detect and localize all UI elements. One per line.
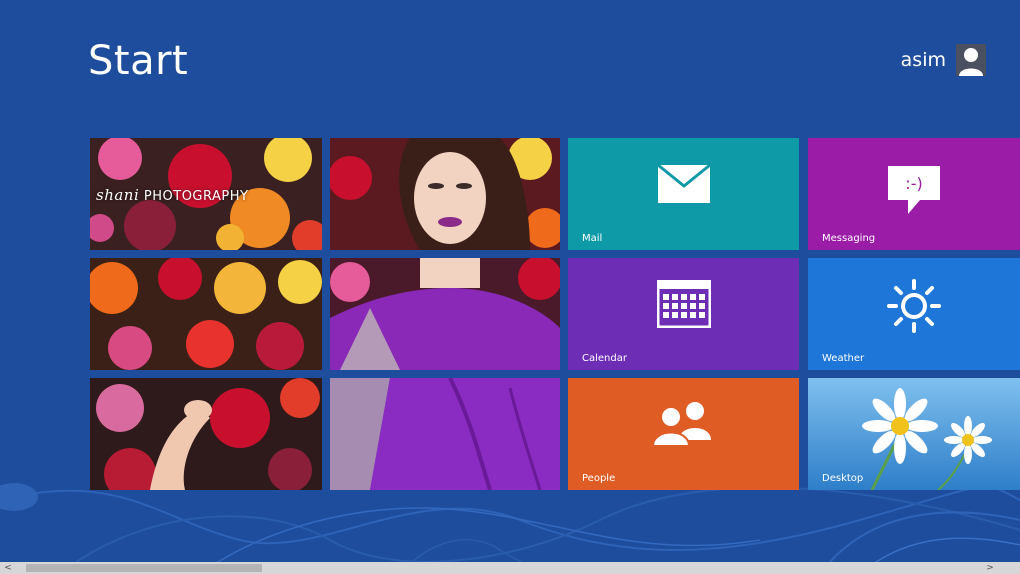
page-title: Start xyxy=(88,38,189,84)
sun-icon xyxy=(887,279,941,333)
messaging-glyph: :-) xyxy=(905,174,922,193)
photo-cell xyxy=(90,378,322,490)
photo-watermark: shani PHOTOGRAPHY xyxy=(96,186,248,204)
tile-messaging[interactable]: :-) Messaging xyxy=(808,138,1020,250)
scroll-right-button[interactable]: > xyxy=(984,562,996,574)
photo-cell xyxy=(330,138,560,250)
user-silhouette-icon xyxy=(956,44,986,76)
people-icon xyxy=(651,402,711,447)
user-name: asim xyxy=(900,49,946,71)
tile-mail[interactable]: Mail xyxy=(568,138,799,250)
envelope-icon xyxy=(656,164,711,203)
photo-cell xyxy=(90,258,322,370)
user-account[interactable]: asim xyxy=(901,44,986,76)
watermark-text: PHOTOGRAPHY xyxy=(143,189,249,204)
tile-label: People xyxy=(582,473,616,484)
tile-desktop[interactable]: Desktop xyxy=(808,378,1020,490)
scroll-left-button[interactable]: < xyxy=(2,562,14,574)
scroll-thumb[interactable] xyxy=(26,564,262,572)
tile-weather[interactable]: Weather xyxy=(808,258,1020,370)
tile-label: Messaging xyxy=(822,233,876,244)
photo-tile[interactable]: shani PHOTOGRAPHY xyxy=(90,138,560,490)
tile-people[interactable]: People xyxy=(568,378,799,490)
photo-cell xyxy=(330,258,560,370)
calendar-icon xyxy=(656,280,711,328)
tile-label: Mail xyxy=(582,233,603,244)
tile-label: Desktop xyxy=(822,473,864,484)
speech-bubble-icon: :-) xyxy=(888,166,940,214)
photo-cell xyxy=(330,378,560,490)
watermark-script: shani xyxy=(96,186,140,204)
tile-label: Calendar xyxy=(582,353,627,364)
horizontal-scrollbar[interactable]: < > xyxy=(0,562,1020,574)
tile-calendar[interactable]: Calendar xyxy=(568,258,799,370)
tile-label: Weather xyxy=(822,353,865,364)
